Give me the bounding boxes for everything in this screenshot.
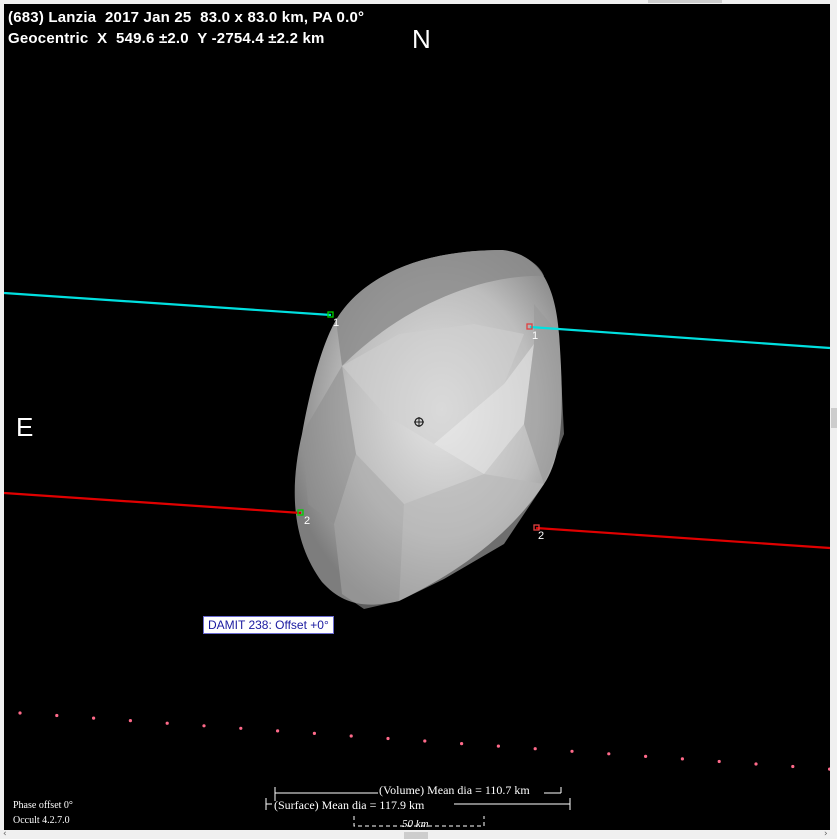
volume-mean-diameter: (Volume) Mean dia = 110.7 km (379, 783, 530, 797)
path-dot (349, 734, 353, 738)
north-label: N (412, 24, 431, 54)
path-dot (754, 762, 758, 766)
chord-2-east-segment (535, 526, 830, 550)
model-label: DAMIT 238: Offset +0° (203, 616, 334, 634)
path-dot (386, 736, 390, 741)
horizontal-scrollbar-thumb[interactable] (404, 832, 428, 839)
occult-version: Occult 4.2.7.0 (13, 815, 70, 826)
path-dot (680, 757, 685, 761)
path-dot (18, 711, 22, 715)
path-dot (312, 731, 316, 736)
path-dot (55, 713, 59, 718)
plot-graphics (4, 250, 830, 827)
path-dot (202, 724, 206, 728)
asteroid-shape-model (294, 250, 564, 609)
scroll-right-arrow-icon[interactable]: › (824, 829, 828, 839)
path-dot (460, 742, 464, 746)
chord-2-west-segment (4, 491, 302, 515)
vertical-scrollbar-thumb[interactable] (831, 408, 837, 428)
top-scrollbar-thumb[interactable] (648, 0, 722, 3)
path-dot (533, 747, 537, 751)
path-dot (239, 726, 243, 730)
path-dot (423, 739, 427, 743)
path-dot (791, 764, 795, 769)
surface-mean-diameter: (Surface) Mean dia = 117.9 km (274, 798, 425, 812)
phase-offset: Phase offset 0° (13, 800, 73, 811)
path-dot (717, 759, 721, 764)
scale-bar-label: 50 km (402, 818, 429, 830)
path-dot (644, 754, 648, 759)
plot-canvas: (683) Lanzia 2017 Jan 25 83.0 x 83.0 km,… (4, 4, 830, 830)
chord-2-east-number: 2 (538, 530, 545, 542)
chord-1-east-number: 1 (532, 330, 539, 342)
chord-1-west-number: 1 (333, 317, 340, 329)
shadow-path-dots (18, 711, 830, 771)
chord-2-west-number: 2 (304, 515, 311, 527)
path-dot (92, 716, 96, 720)
path-dot (276, 729, 280, 733)
geocentric-coordinates: Geocentric X 549.6 ±2.0 Y -2754.4 ±2.2 k… (8, 30, 325, 47)
occult-plot-window: (683) Lanzia 2017 Jan 25 83.0 x 83.0 km,… (0, 0, 837, 839)
path-dot (570, 749, 574, 753)
east-label: E (16, 412, 34, 442)
scroll-left-arrow-icon[interactable]: ‹ (3, 829, 7, 839)
chord-1-east-segment (529, 325, 830, 350)
path-dot (607, 752, 611, 756)
path-dot (496, 744, 500, 748)
event-title: (683) Lanzia 2017 Jan 25 83.0 x 83.0 km,… (8, 9, 365, 26)
path-dot (165, 721, 169, 725)
chord-1-west-segment (4, 291, 332, 317)
path-dot (128, 719, 132, 723)
